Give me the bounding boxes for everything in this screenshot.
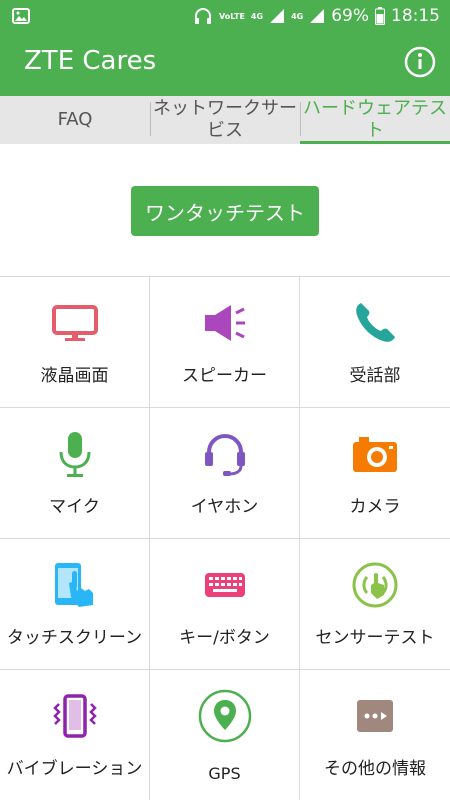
info-icon xyxy=(404,46,436,78)
status-bar: VoLTE 4G 4G 69% 18:15 xyxy=(0,0,450,32)
test-item-sensor[interactable]: センサーテスト xyxy=(300,538,450,669)
camera-icon xyxy=(353,437,397,472)
test-item-earphone[interactable]: イヤホン xyxy=(150,407,300,538)
app-bar: ZTE Cares xyxy=(0,32,450,96)
image-notification-icon xyxy=(12,8,30,24)
status-left xyxy=(0,8,30,24)
network-type-1: 4G xyxy=(250,11,264,21)
keyboard-icon xyxy=(204,573,245,597)
more-info-icon xyxy=(357,700,393,732)
test-item-label: センサーテスト xyxy=(315,628,435,648)
network-type-2: 4G xyxy=(291,11,304,21)
speaker-icon xyxy=(204,305,245,341)
volte-label: VoLTE xyxy=(218,11,245,21)
tab-network-service-label: ネットワークサービス xyxy=(153,98,297,141)
test-item-speaker[interactable]: スピーカー xyxy=(150,276,300,407)
test-item-touchscreen[interactable]: タッチスクリーン xyxy=(0,538,150,669)
signal-icon-2 xyxy=(310,9,325,23)
test-item-label: イヤホン xyxy=(190,497,259,517)
info-button[interactable] xyxy=(404,46,436,78)
test-item-label: カメラ xyxy=(349,497,401,517)
test-item-label: キー/ボタン xyxy=(179,628,270,648)
status-right: VoLTE 4G 4G 69% 18:15 xyxy=(193,6,450,26)
tab-faq[interactable]: FAQ xyxy=(0,96,150,144)
one-touch-test-button[interactable]: ワンタッチテスト xyxy=(131,186,319,236)
test-item-label: タッチスクリーン xyxy=(6,628,143,648)
signal-icon-1 xyxy=(270,9,285,23)
test-item-other-info[interactable]: その他の情報 xyxy=(300,669,450,800)
headset-icon xyxy=(204,434,245,476)
headphones-icon xyxy=(194,8,211,24)
touchscreen-icon xyxy=(54,563,93,607)
microphone-icon xyxy=(59,432,90,477)
test-item-label: GPS xyxy=(208,764,241,783)
test-item-vibration[interactable]: バイブレーション xyxy=(0,669,150,800)
test-item-lcd[interactable]: 液晶画面 xyxy=(0,276,150,407)
tab-hardware-test[interactable]: ハードウェアテスト xyxy=(300,96,450,144)
tab-faq-label: FAQ xyxy=(57,109,93,130)
test-item-label: その他の情報 xyxy=(324,759,426,779)
status-time: 18:15 xyxy=(391,6,440,26)
test-item-label: 液晶画面 xyxy=(40,366,109,386)
battery-icon xyxy=(375,7,385,25)
tab-bar: FAQ ネットワークサービス ハードウェアテスト xyxy=(0,96,450,144)
vibration-icon xyxy=(52,694,97,738)
hardware-test-grid: 液晶画面 スピーカー 受話部 マイク イヤホン カメラ タッチスクリーン キー/… xyxy=(0,276,450,800)
test-item-label: スピーカー xyxy=(182,366,267,386)
test-item-label: 受話部 xyxy=(349,366,401,386)
test-item-microphone[interactable]: マイク xyxy=(0,407,150,538)
monitor-icon xyxy=(51,305,98,341)
gps-pin-icon xyxy=(198,689,251,743)
tab-network-service[interactable]: ネットワークサービス xyxy=(150,96,300,144)
battery-percent: 69% xyxy=(331,6,369,26)
test-item-receiver[interactable]: 受話部 xyxy=(300,276,450,407)
test-item-label: マイク xyxy=(49,497,100,517)
test-item-label: バイブレーション xyxy=(6,759,143,779)
test-item-camera[interactable]: カメラ xyxy=(300,407,450,538)
test-item-keys[interactable]: キー/ボタン xyxy=(150,538,300,669)
tab-hardware-test-label: ハードウェアテスト xyxy=(303,98,447,141)
test-item-gps[interactable]: GPS xyxy=(150,669,300,800)
app-title: ZTE Cares xyxy=(24,46,157,76)
sensor-icon xyxy=(352,562,398,608)
phone-icon xyxy=(356,303,395,342)
